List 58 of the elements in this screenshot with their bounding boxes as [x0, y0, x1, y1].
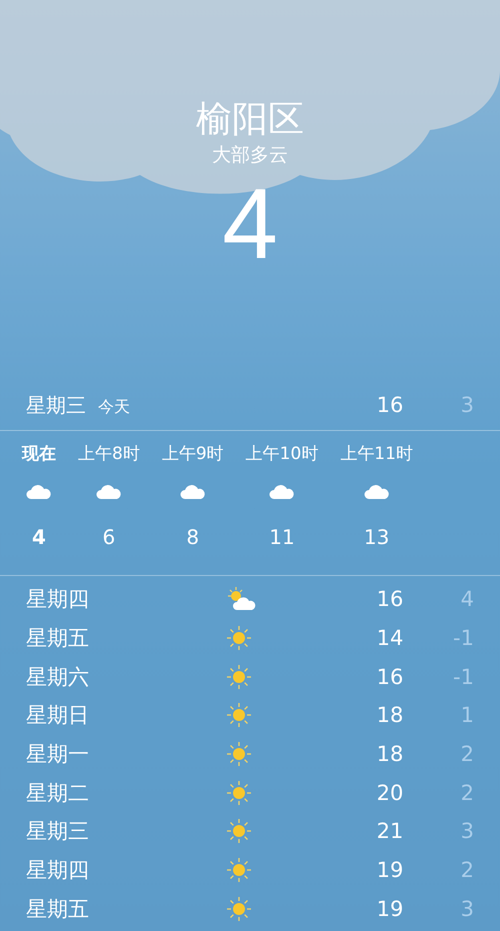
sun-icon: [226, 896, 252, 922]
cloud-icon: [268, 484, 295, 500]
cloud-icon: [96, 484, 122, 500]
day-name: 星期三: [26, 818, 90, 846]
current-temperature: 4: [222, 168, 278, 280]
low-temperature: 3: [460, 896, 474, 921]
today-label: 今天: [98, 397, 131, 418]
low-temperature: 1: [460, 703, 474, 728]
sun-icon: [226, 702, 252, 728]
high-temperature: 21: [376, 819, 404, 844]
high-temperature: 20: [376, 780, 404, 805]
high-temperature: 16: [376, 393, 404, 417]
hour-temperature: 11: [269, 524, 295, 551]
day-name: 星期日: [26, 702, 90, 730]
day-name: 星期四: [26, 586, 90, 614]
weather-condition: 大部多云: [212, 143, 288, 168]
low-temperature: 3: [460, 819, 474, 844]
high-temperature: 18: [376, 703, 404, 728]
hour-label: 上午11时: [340, 443, 413, 466]
cloud-icon: [180, 484, 206, 500]
sun-icon: [226, 857, 252, 884]
high-temperature: 16: [376, 587, 404, 612]
day-name: 星期四: [26, 857, 90, 884]
sun-behind-cloud-icon: [226, 586, 258, 612]
sun-icon: [226, 818, 252, 844]
low-temperature: -1: [452, 664, 474, 689]
hour-label: 上午8时: [78, 443, 140, 466]
low-temperature: 3: [460, 393, 474, 417]
hour-label: 现在: [22, 443, 56, 466]
high-temperature: 19: [376, 858, 404, 882]
sun-icon: [226, 741, 252, 768]
high-temperature: 14: [376, 626, 404, 650]
high-temperature: 18: [376, 742, 404, 766]
hour-label: 上午9时: [162, 443, 224, 466]
low-temperature: -1: [452, 626, 474, 650]
low-temperature: 2: [460, 858, 474, 882]
day-name: 星期五: [26, 896, 90, 923]
hour-temperature: 4: [32, 524, 46, 551]
sun-icon: [226, 780, 252, 806]
sun-icon: [226, 625, 252, 652]
day-name: 星期三: [26, 392, 86, 419]
sun-icon: [226, 664, 252, 690]
hour-temperature: 13: [364, 524, 390, 551]
low-temperature: 4: [460, 587, 474, 612]
city-name: 榆阳区: [196, 98, 304, 142]
low-temperature: 2: [460, 780, 474, 805]
day-name: 星期六: [26, 664, 90, 691]
high-temperature: 16: [376, 664, 404, 689]
high-temperature: 19: [376, 896, 404, 921]
hour-temperature: 6: [102, 524, 116, 551]
day-name: 星期二: [26, 780, 90, 807]
cloud-icon: [364, 484, 390, 500]
cloud-icon: [26, 484, 52, 500]
day-name: 星期一: [26, 741, 90, 768]
low-temperature: 2: [460, 742, 474, 766]
hour-label: 上午10时: [246, 443, 318, 466]
day-name: 星期五: [26, 625, 90, 652]
hour-temperature: 8: [186, 524, 200, 551]
